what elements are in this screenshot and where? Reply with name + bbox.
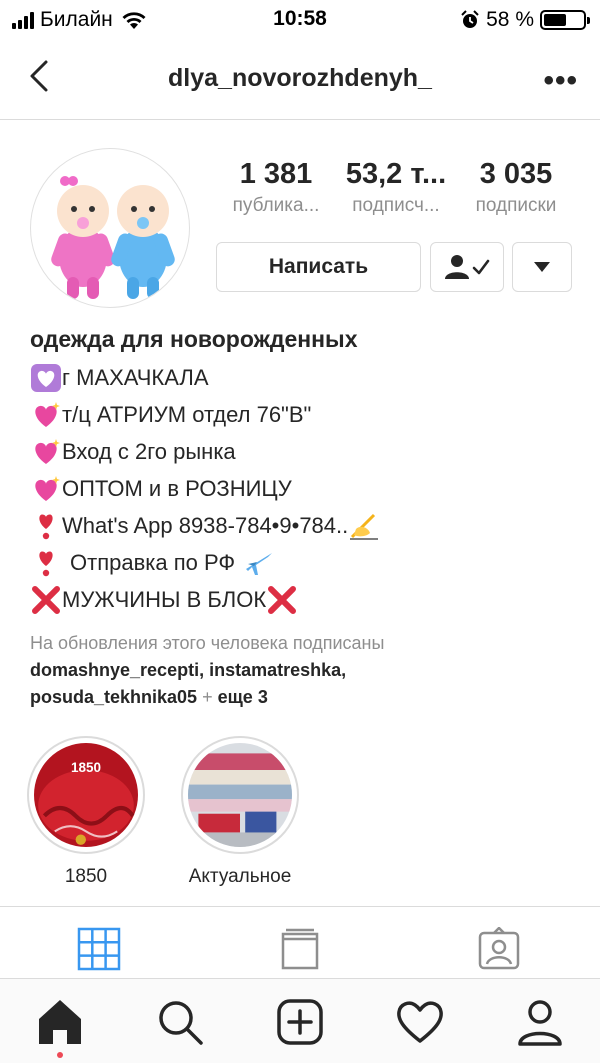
battery-percent: 58 %	[486, 8, 534, 31]
highlight-cover	[188, 743, 292, 847]
highlight-badge-text: 1850	[71, 760, 101, 775]
bio-line: Вход с 2го рынка	[30, 433, 590, 470]
profile-full-name: одежда для новорожденных	[30, 326, 358, 352]
bio-line: т/ц АТРИУМ отдел 76"В"	[30, 396, 590, 433]
grid-icon[interactable]	[77, 927, 121, 971]
home-icon[interactable]	[35, 997, 85, 1047]
stat-followers-label: подписч...	[352, 195, 440, 216]
profile-bio: одежда для новорожденных г МАХАЧКАЛА т/ц…	[30, 326, 590, 618]
bio-line-text: What's App 8938-784•9•784..	[62, 512, 349, 538]
search-icon[interactable]	[155, 997, 205, 1047]
caret-down-icon	[534, 262, 550, 272]
stat-following[interactable]: 3 035 подписки	[456, 158, 576, 217]
status-bar: Билайн 10:58 58 %	[0, 0, 600, 40]
bio-line-text: ОПТОМ и в РОЗНИЦУ	[62, 475, 292, 501]
heart-exclamation-icon	[39, 513, 53, 539]
stat-followers-count: 53,2 т...	[345, 158, 447, 190]
avatar[interactable]	[30, 148, 190, 308]
profile-tabs	[0, 906, 600, 978]
highlight-item[interactable]: 1850 1850	[24, 736, 148, 888]
followed-by-users-2[interactable]: posuda_tekhnika05	[30, 687, 197, 707]
stat-following-count: 3 035	[479, 158, 553, 190]
alarm-icon	[461, 10, 479, 28]
writing-hand-icon	[350, 513, 379, 540]
followed-by-more[interactable]: еще 3	[218, 687, 268, 707]
following-button[interactable]	[430, 242, 504, 292]
highlight-label: 1850	[64, 866, 108, 887]
more-horizontal-icon[interactable]: •••	[543, 64, 578, 98]
purple-heart-icon	[31, 363, 61, 392]
highlight-ring: 1850	[27, 736, 145, 854]
cross-mark-icon	[268, 585, 297, 614]
bio-line: Отправка по РФ	[30, 544, 590, 581]
bio-line-text: МУЖЧИНЫ В БЛОК	[62, 586, 267, 612]
bio-line: ОПТОМ и в РОЗНИЦУ	[30, 470, 590, 507]
bottom-navigation	[0, 978, 600, 1063]
followed-by-label: На обновления этого человека подписаны	[30, 633, 385, 653]
notification-dot	[57, 1052, 63, 1058]
stat-following-label: подписки	[475, 195, 557, 216]
stat-posts[interactable]: 1 381 публика...	[216, 158, 336, 217]
bio-line-text: Отправка по РФ	[70, 549, 236, 575]
add-post-icon[interactable]	[275, 997, 325, 1047]
followed-by-plus: +	[202, 687, 213, 707]
tagged-icon[interactable]	[477, 927, 521, 971]
airplane-icon	[246, 552, 273, 575]
person-check-icon	[445, 255, 490, 279]
battery-icon	[540, 10, 590, 30]
bio-line-text: г МАХАЧКАЛА	[62, 364, 209, 390]
suggestions-dropdown-button[interactable]	[512, 242, 572, 292]
stat-followers[interactable]: 53,2 т... подписч...	[336, 158, 456, 217]
red-dress-thumbnail: 1850	[34, 743, 138, 847]
status-right: 58 %	[460, 8, 590, 32]
bio-line-text: т/ц АТРИУМ отдел 76"В"	[62, 401, 312, 427]
heart-exclamation-icon	[39, 550, 53, 576]
battery-fill	[544, 14, 567, 26]
highlight-ring	[181, 736, 299, 854]
sparkling-heart-icon	[35, 401, 60, 427]
avatar-babies-illustration	[51, 176, 175, 299]
bio-line: What's App 8938-784•9•784..	[30, 507, 590, 544]
feed-icon[interactable]	[278, 927, 322, 971]
bio-line: МУЖЧИНЫ В БЛОК	[30, 581, 590, 618]
stat-posts-count: 1 381	[239, 158, 313, 190]
profile-icon[interactable]	[515, 997, 565, 1047]
profile-username: dlya_novorozhdenyh_	[168, 64, 432, 92]
bio-line-text: Вход с 2го рынка	[62, 438, 236, 464]
sparkling-heart-icon	[35, 475, 60, 501]
cross-mark-icon	[32, 585, 60, 614]
profile-stats: 1 381 публика... 53,2 т... подписч... 3 …	[216, 158, 576, 217]
highlight-label: Актуальное	[188, 866, 292, 887]
store-shelves-thumbnail	[188, 743, 292, 847]
message-button[interactable]: Написать	[216, 242, 421, 292]
profile-header: dlya_novorozhdenyh_ •••	[0, 40, 600, 120]
highlight-cover: 1850	[34, 743, 138, 847]
heart-icon[interactable]	[395, 997, 445, 1047]
highlight-item[interactable]: Актуальное	[178, 736, 302, 888]
stat-posts-label: публика...	[232, 195, 320, 216]
sparkling-heart-icon	[35, 438, 60, 464]
followed-by-users[interactable]: domashnye_recepti, instamatreshka,	[30, 660, 346, 680]
bio-line: г МАХАЧКАЛА	[30, 359, 590, 396]
followed-by[interactable]: На обновления этого человека подписаны d…	[30, 630, 590, 711]
